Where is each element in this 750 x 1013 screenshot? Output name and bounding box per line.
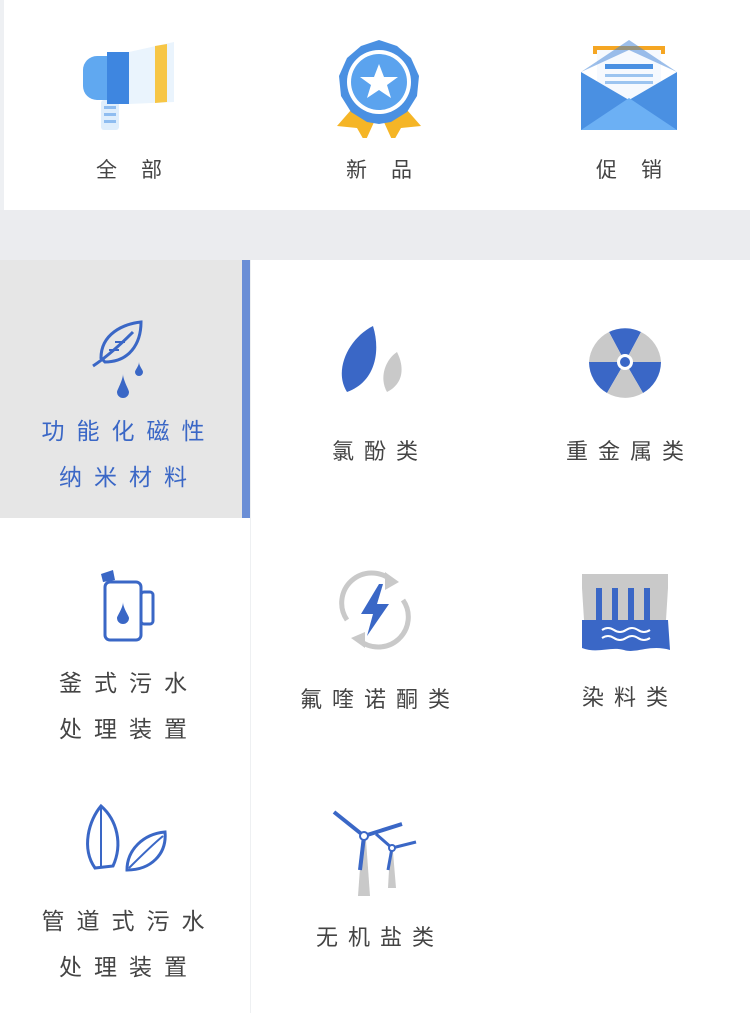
- sidebar-item-line2: 纳米材料: [59, 465, 199, 491]
- envelope-icon: [581, 40, 677, 130]
- leaves-icon: [86, 803, 167, 872]
- energy-cycle-icon: [339, 570, 411, 650]
- category-label: 无机盐类: [315, 926, 444, 951]
- sidebar-item-line1: 功能化磁性: [41, 419, 217, 445]
- category-label: 氯酚类: [331, 440, 428, 465]
- leaf-pair-icon: [341, 326, 402, 392]
- category-fluoroquinolones[interactable]: 氟喹诺酮类: [250, 510, 500, 760]
- section-divider: [0, 210, 750, 260]
- sidebar-item-line2: 处理装置: [59, 955, 199, 981]
- badge-star-icon: [337, 40, 421, 138]
- tab-new-label: 新品: [346, 158, 436, 182]
- sidebar-item-line2: 处理装置: [59, 717, 199, 743]
- leaf-droplet-icon: [92, 320, 143, 398]
- category-label: 氟喹诺酮类: [299, 688, 460, 713]
- sidebar-item-line1: 管道式污水: [41, 909, 217, 935]
- kettle-icon: [101, 570, 155, 642]
- sidebar-item-magnetic-nanomaterials[interactable]: 功能化磁性 纳米材料: [0, 260, 250, 518]
- sidebar-item-pipeline-treatment[interactable]: 管道式污水 处理装置: [0, 768, 246, 1013]
- top-tab-bar: 全部 新品 促销: [0, 0, 750, 210]
- tab-all[interactable]: 全部: [4, 0, 254, 210]
- category-heavy-metals[interactable]: 重金属类: [500, 260, 750, 510]
- tab-new[interactable]: 新品: [254, 0, 504, 210]
- megaphone-icon: [83, 42, 174, 130]
- factory-water-icon: [582, 574, 670, 651]
- category-sidebar: 功能化磁性 纳米材料 釜式污水 处理装置 管道式污水 处理装置: [0, 260, 251, 1013]
- category-label: 染料类: [581, 686, 678, 711]
- tab-promo[interactable]: 促销: [504, 0, 750, 210]
- sidebar-item-line1: 釜式污水: [59, 671, 199, 697]
- wind-turbine-icon: [332, 810, 417, 896]
- tab-promo-label: 促销: [596, 158, 686, 182]
- tab-all-label: 全部: [96, 158, 186, 182]
- category-label: 重金属类: [565, 440, 694, 465]
- category-inorganic-salts[interactable]: 无机盐类: [250, 760, 500, 1010]
- category-dyes[interactable]: 染料类: [500, 510, 750, 760]
- radiation-icon: [589, 328, 661, 398]
- category-chlorophenols[interactable]: 氯酚类: [250, 260, 500, 510]
- sidebar-item-kettle-treatment[interactable]: 釜式污水 处理装置: [0, 518, 246, 768]
